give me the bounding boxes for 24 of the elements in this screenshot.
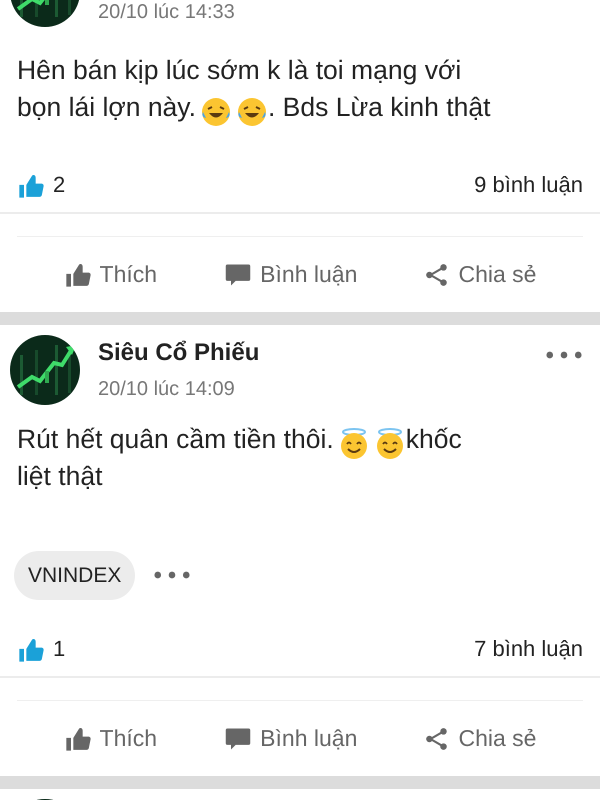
- post-date: 20/10 lúc 14:33: [98, 0, 235, 24]
- tag-chip[interactable]: VNINDEX: [14, 551, 136, 600]
- share-button[interactable]: Chia sẻ: [418, 253, 542, 296]
- like-button[interactable]: Thích: [58, 253, 164, 296]
- like-button[interactable]: Thích: [58, 717, 164, 760]
- comment-count[interactable]: 7 bình luận: [474, 632, 583, 664]
- post-text: Hên bán kịp lúc sớm k là toi mạng với: [17, 54, 462, 87]
- post-text: bọn lái lợn này.: [17, 91, 196, 124]
- laughing-face-icon: [236, 96, 268, 128]
- like-count: 1: [53, 634, 66, 662]
- post-text: . Bds Lừa kinh thật: [268, 91, 490, 124]
- comment-button[interactable]: Bình luận: [218, 717, 364, 760]
- comment-button[interactable]: Bình luận: [218, 253, 364, 296]
- post-text: khốc: [406, 423, 462, 456]
- more-icon[interactable]: [153, 570, 192, 580]
- laughing-face-icon: [200, 96, 232, 128]
- comment-count[interactable]: 9 bình luận: [474, 168, 583, 200]
- more-icon[interactable]: [545, 350, 583, 360]
- share-button[interactable]: Chia sẻ: [418, 717, 542, 760]
- post-text: Rút hết quân cầm tiền thôi.: [17, 423, 334, 456]
- post-date: 20/10 lúc 14:09: [98, 377, 236, 402]
- post-text: liệt thật: [17, 460, 102, 494]
- author-name[interactable]: Siêu Cổ Phiếu: [98, 338, 260, 368]
- like-count: 2: [53, 170, 66, 198]
